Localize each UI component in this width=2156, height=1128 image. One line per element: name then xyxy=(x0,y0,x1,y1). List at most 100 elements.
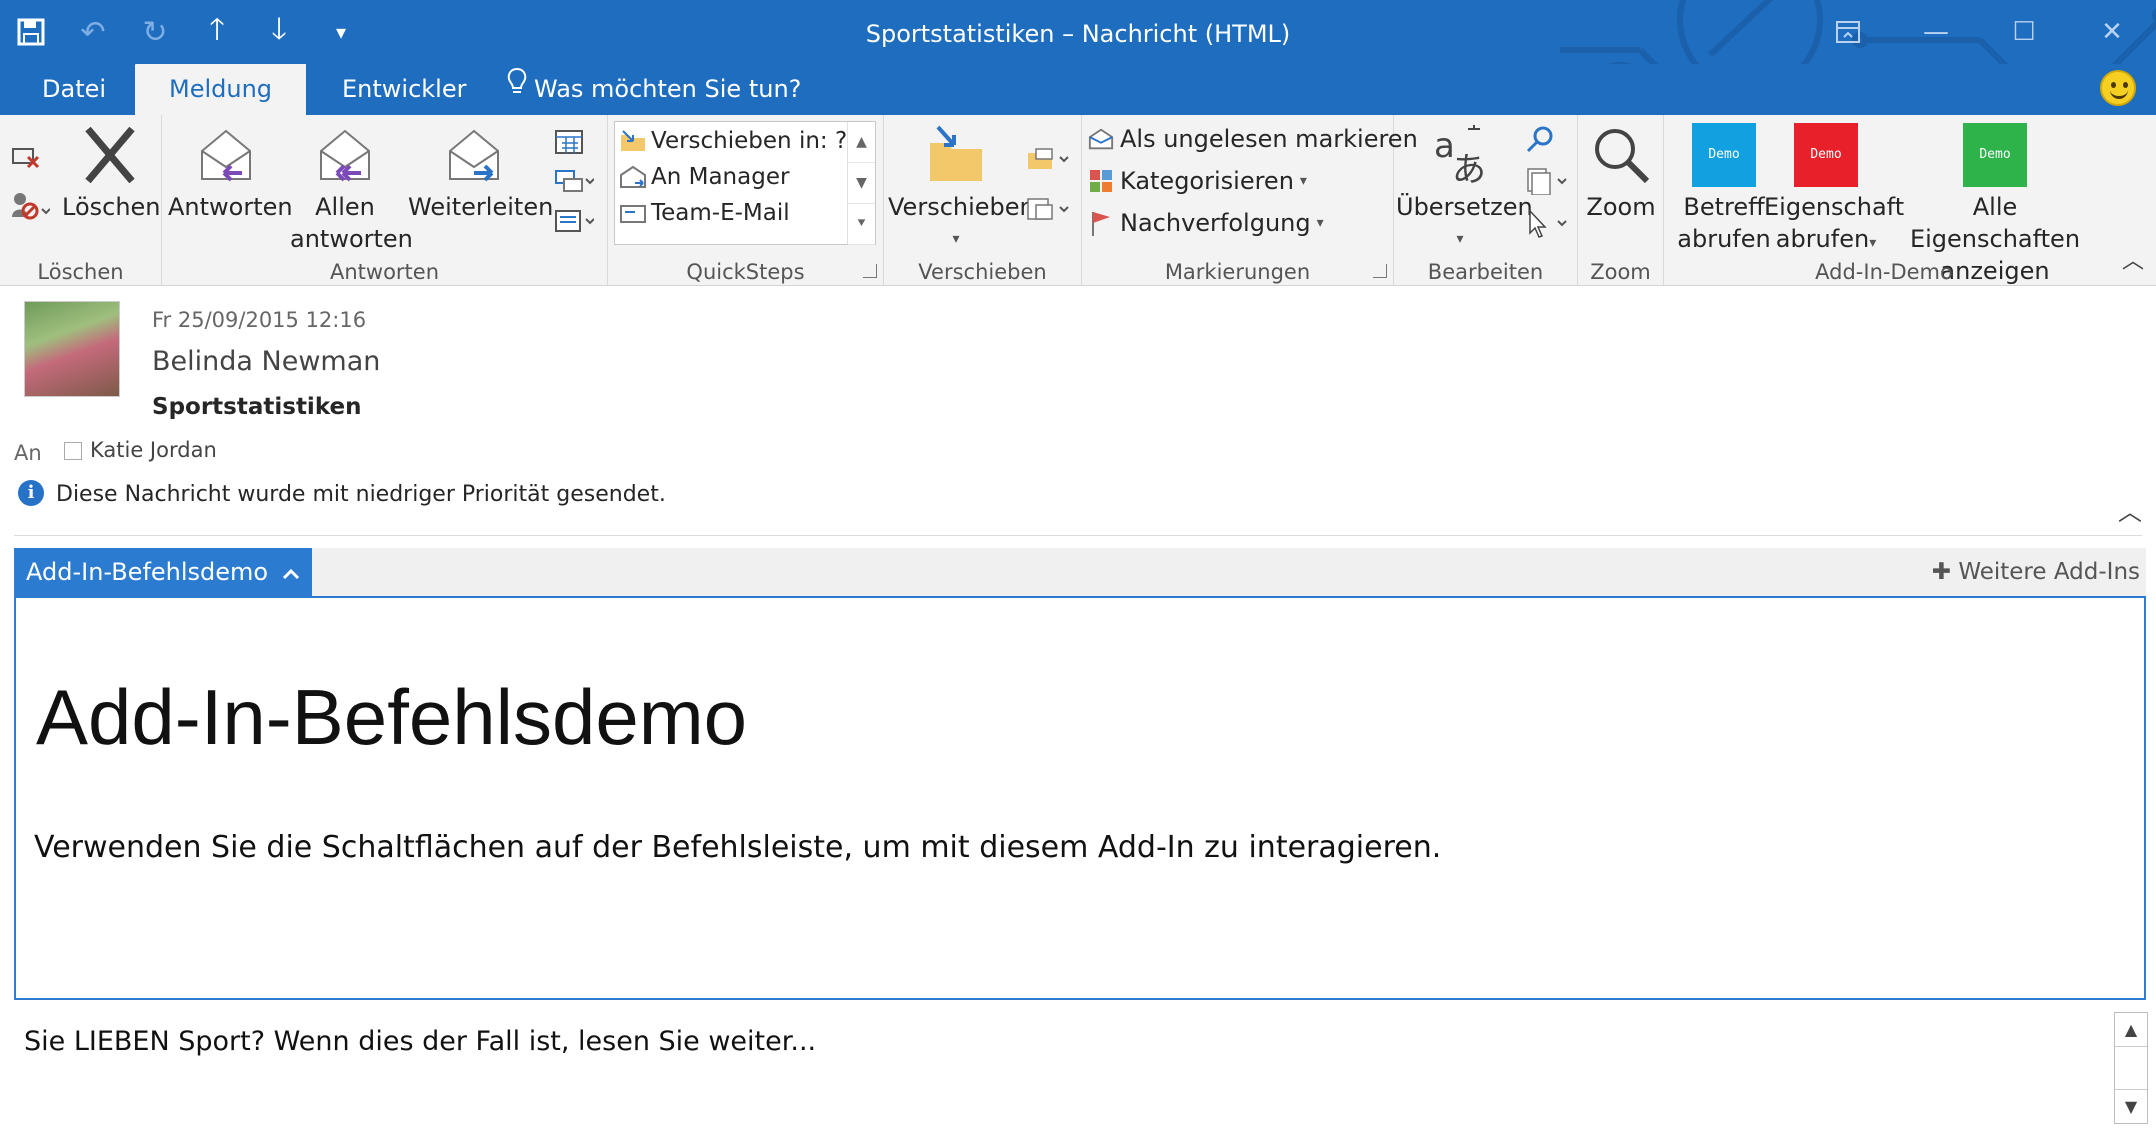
move-label: Verschieben xyxy=(888,193,1035,221)
reply-button[interactable]: Antworten xyxy=(168,123,293,223)
zoom-label: Zoom xyxy=(1586,193,1656,221)
addin-tab[interactable]: Add-In-Befehlsdemo xyxy=(14,548,313,596)
get-property-label-2: abrufen xyxy=(1775,225,1870,253)
info-icon: i xyxy=(18,480,44,506)
collapse-header-icon[interactable]: ︿ xyxy=(2118,492,2142,527)
quickstep-team-email[interactable]: Team-E-Mail xyxy=(619,200,790,226)
move-button[interactable]: Verschieben ▾ xyxy=(888,123,1035,255)
quicksteps-scroll: ▲ ▼ ⯆ xyxy=(847,122,875,245)
more-addins-label: Weitere Add-Ins xyxy=(1958,559,2140,585)
collapse-ribbon-icon[interactable]: ︿ xyxy=(2122,243,2144,275)
arrow-down-icon[interactable]: 🡓 xyxy=(248,0,310,64)
move-dropdown-icon: ▾ xyxy=(952,231,960,247)
addin-bar: Add-In-Befehlsdemo ✚ Weitere Add-Ins xyxy=(14,548,2146,596)
reply-label: Antworten xyxy=(168,193,293,221)
translate-button[interactable]: aあ Übersetzen ▾ xyxy=(1396,123,1533,255)
categorize-icon xyxy=(1088,168,1114,194)
group-add-in-demo: Demo Betreff abrufen Demo Eigenschaft ab… xyxy=(1664,115,2104,286)
quick-access-toolbar: ↶ ↻ 🡑 🡓 ▾ xyxy=(0,0,372,64)
related-icon[interactable] xyxy=(1524,167,1568,195)
mark-unread-label: Als ungelesen markieren xyxy=(1120,125,1418,153)
group-loeschen: Löschen Löschen xyxy=(0,115,162,286)
tab-meldung[interactable]: Meldung xyxy=(135,64,307,115)
demo-tile-red-icon: Demo xyxy=(1794,123,1858,187)
quickstep-move-to[interactable]: Verschieben in: ? xyxy=(619,128,847,154)
group-label-loeschen: Löschen xyxy=(37,260,124,284)
translate-dropdown-icon: ▾ xyxy=(1456,231,1464,247)
more-addins-button[interactable]: ✚ Weitere Add-Ins xyxy=(1932,548,2140,596)
title-bar: ↶ ↻ 🡑 🡓 ▾ Sportstatistiken – Nachricht (… xyxy=(0,0,2156,115)
tell-me-label: Was möchten Sie tun? xyxy=(534,75,802,103)
quicksteps-scroll-up-icon[interactable]: ▲ xyxy=(848,122,875,163)
group-antworten: Antworten Allen antworten Weiterleiten A… xyxy=(162,115,608,286)
group-label-markierungen: Markierungen xyxy=(1164,260,1311,284)
group-label-add-in-demo: Add-In-Demo xyxy=(1815,260,1953,284)
sender-name[interactable]: Belinda Newman xyxy=(152,346,380,377)
zoom-button[interactable]: Zoom xyxy=(1582,123,1660,223)
forward-label: Weiterleiten xyxy=(408,193,554,221)
im-reply-icon[interactable] xyxy=(554,167,594,195)
reply-all-button[interactable]: Allen antworten xyxy=(290,123,413,255)
qat-customize-icon[interactable]: ▾ xyxy=(310,0,372,64)
mark-unread-button[interactable]: Als ungelesen markieren xyxy=(1088,125,1418,153)
reply-all-label-1: Allen xyxy=(315,193,375,221)
scroll-down-icon[interactable]: ▼ xyxy=(2115,1089,2147,1123)
tab-datei[interactable]: Datei xyxy=(8,64,140,115)
magnifier-icon xyxy=(1595,129,1650,184)
move-folder-icon xyxy=(930,125,982,181)
junk-icon[interactable] xyxy=(10,191,50,221)
quicksteps-expand-icon[interactable]: ⯆ xyxy=(848,204,875,245)
select-icon[interactable] xyxy=(1524,209,1568,239)
quickstep-to-manager-label: An Manager xyxy=(651,164,790,190)
close-icon[interactable]: ✕ xyxy=(2068,0,2156,64)
categorize-dropdown-icon: ▾ xyxy=(1299,173,1307,189)
addin-tab-label: Add-In-Befehlsdemo xyxy=(26,558,269,586)
flag-icon xyxy=(1088,210,1114,236)
followup-button[interactable]: Nachverfolgung ▾ xyxy=(1088,209,1324,237)
quicksteps-gallery: Verschieben in: ? An Manager Team-E-Mail… xyxy=(614,121,876,245)
recipient-name[interactable]: Katie Jordan xyxy=(90,438,217,462)
group-zoom: Zoom Zoom xyxy=(1578,115,1664,286)
get-property-button[interactable]: Demo Eigenschaft abrufen▾ xyxy=(1764,123,1904,259)
quickstep-to-manager[interactable]: An Manager xyxy=(619,164,789,190)
translate-label: Übersetzen xyxy=(1396,193,1533,221)
forward-button[interactable]: Weiterleiten xyxy=(408,123,553,223)
chevron-up-icon xyxy=(282,548,300,596)
actions-icon[interactable] xyxy=(1026,195,1070,223)
categorize-label: Kategorisieren xyxy=(1120,167,1294,195)
meeting-icon[interactable] xyxy=(554,127,584,155)
scroll-up-icon[interactable]: ▲ xyxy=(2115,1013,2147,1047)
message-date: Fr 25/09/2015 12:16 xyxy=(152,308,367,332)
demo-tile-blue-icon: Demo xyxy=(1692,123,1756,187)
tell-me-search[interactable]: Was möchten Sie tun? xyxy=(506,64,801,115)
rules-icon[interactable] xyxy=(1026,145,1070,173)
quickstep-move-to-label: Verschieben in: ? xyxy=(651,128,848,154)
quicksteps-scroll-down-icon[interactable]: ▼ xyxy=(848,163,875,204)
find-icon[interactable] xyxy=(1524,125,1556,153)
group-markierungen: Als ungelesen markieren Kategorisieren ▾… xyxy=(1082,115,1418,286)
categorize-button[interactable]: Kategorisieren ▾ xyxy=(1088,167,1307,195)
minimize-icon[interactable]: — xyxy=(1892,0,1980,64)
group-verschieben: Verschieben ▾ Verschieben xyxy=(884,115,1082,286)
delete-x-icon xyxy=(85,126,135,184)
ignore-icon[interactable] xyxy=(10,141,40,171)
feedback-smiley-icon[interactable] xyxy=(2100,70,2136,106)
ribbon-display-options-icon[interactable] xyxy=(1804,0,1892,64)
group-label-quicksteps: QuickSteps xyxy=(686,260,805,284)
redo-icon[interactable]: ↻ xyxy=(124,0,186,64)
get-subject-button[interactable]: Demo Betreff abrufen xyxy=(1672,123,1776,255)
get-subject-label-1: Betreff xyxy=(1683,193,1765,221)
group-label-bearbeiten: Bearbeiten xyxy=(1427,260,1544,284)
arrow-up-icon[interactable]: 🡑 xyxy=(186,0,248,64)
show-all-properties-label-1: Alle Eigenschaften xyxy=(1909,193,2081,253)
maximize-icon[interactable]: ☐ xyxy=(1980,0,2068,64)
more-respond-icon[interactable] xyxy=(554,207,594,235)
get-property-dropdown-icon: ▾ xyxy=(1869,235,1877,251)
undo-icon[interactable]: ↶ xyxy=(62,0,124,64)
delete-button[interactable]: Löschen xyxy=(62,123,161,223)
body-scrollbar[interactable]: ▲ ▼ xyxy=(2114,1012,2148,1124)
avatar[interactable] xyxy=(24,301,120,397)
tab-entwickler[interactable]: Entwickler xyxy=(308,64,500,115)
ribbon: Löschen Löschen Antworten Allen antworte… xyxy=(0,115,2156,286)
save-icon[interactable] xyxy=(0,0,62,64)
